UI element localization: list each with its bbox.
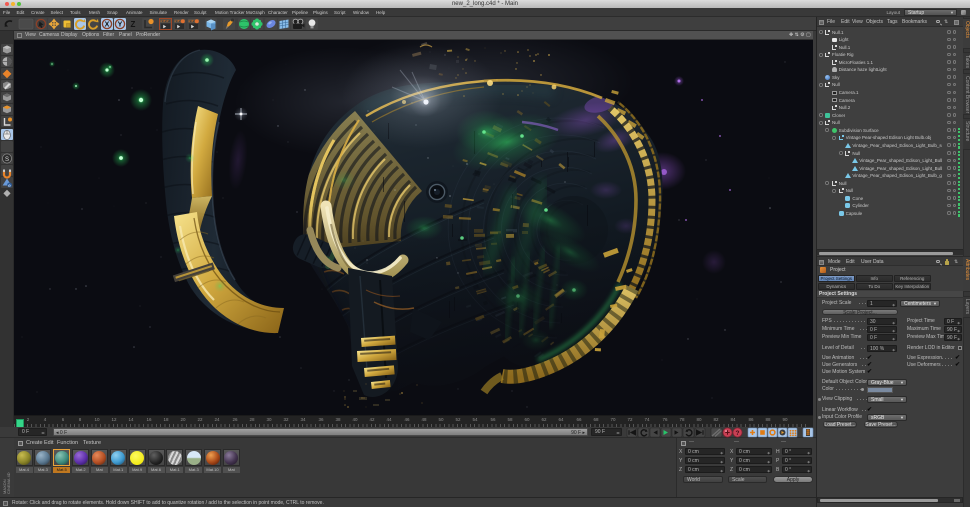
svg-text:Y: Y bbox=[118, 21, 123, 28]
svg-text:X: X bbox=[105, 21, 110, 28]
svg-text:?: ? bbox=[736, 430, 740, 437]
svg-text:Z: Z bbox=[131, 20, 136, 29]
svg-text:S: S bbox=[5, 157, 9, 163]
